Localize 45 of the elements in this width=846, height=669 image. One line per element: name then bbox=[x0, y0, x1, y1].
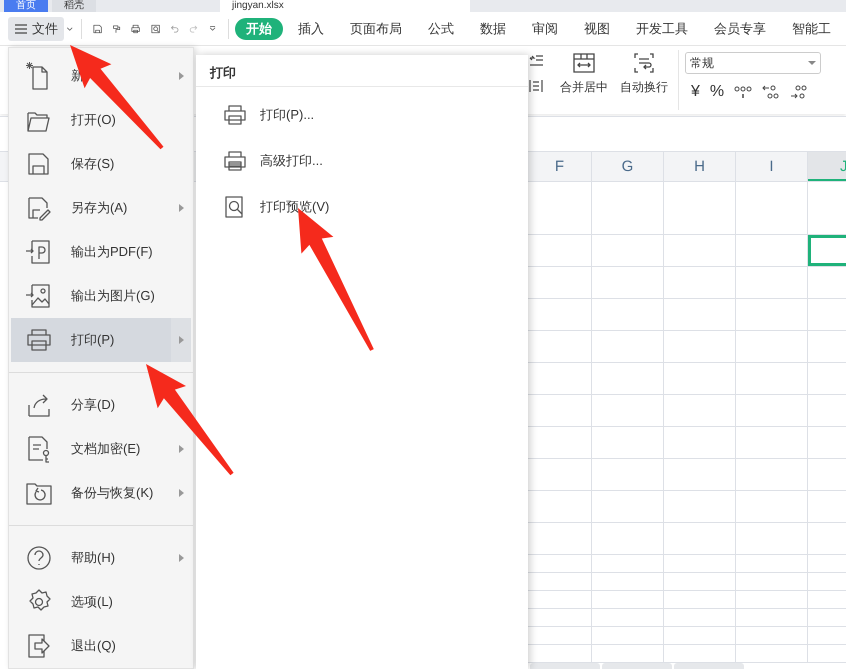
menu-item[interactable]: 备份与恢复(K) bbox=[11, 470, 191, 515]
ribbon-tab[interactable]: 公式 bbox=[417, 18, 466, 40]
column-header[interactable]: H bbox=[664, 152, 736, 181]
menu-item[interactable]: 文档加密(E) bbox=[11, 426, 191, 471]
number-format-dropdown[interactable]: 常规 bbox=[685, 52, 821, 74]
ribbon-tab[interactable]: 开发工具 bbox=[625, 18, 700, 40]
ribbon-tab[interactable]: 插入 bbox=[287, 18, 336, 40]
menu-item[interactable]: 选项(L) bbox=[11, 580, 191, 624]
window-tab[interactable]: jingyan.xlsx bbox=[220, 0, 470, 12]
ribbon-tab[interactable]: 审阅 bbox=[521, 18, 570, 40]
ribbon-tab[interactable]: 会员专享 bbox=[703, 18, 778, 40]
submenu-item[interactable]: 打印(P)... bbox=[196, 92, 528, 138]
caret-icon bbox=[808, 60, 816, 66]
submenu-item[interactable]: 高级打印... bbox=[196, 138, 528, 184]
menu-item[interactable]: 打印(P) bbox=[11, 318, 191, 362]
column-header[interactable]: G bbox=[592, 152, 664, 181]
thousands-separator-icon[interactable] bbox=[734, 84, 752, 100]
wrap-text-button[interactable]: 自动换行 bbox=[620, 52, 668, 96]
menu-icon bbox=[14, 22, 28, 34]
merge-center-button[interactable]: 合并居中 bbox=[560, 52, 608, 96]
indent-icon[interactable] bbox=[528, 54, 544, 68]
menu-item[interactable]: 另存为(A) bbox=[11, 186, 191, 230]
window-tab[interactable]: 稻壳 bbox=[52, 0, 96, 12]
merge-cells-icon bbox=[572, 52, 596, 74]
distribute-icon[interactable] bbox=[528, 78, 544, 94]
currency-button[interactable]: ¥ bbox=[691, 80, 700, 104]
ribbon-tab[interactable]: 视图 bbox=[573, 18, 622, 40]
ribbon-tab[interactable]: 智能工 bbox=[781, 18, 842, 40]
menu-item[interactable]: 打开(O) bbox=[11, 98, 191, 142]
menu-item[interactable]: 保存(S) bbox=[11, 142, 191, 186]
percent-button[interactable]: % bbox=[710, 80, 724, 104]
menu-item[interactable]: 输出为图片(G) bbox=[11, 274, 191, 318]
menu-item[interactable]: 退出(Q) bbox=[11, 624, 191, 668]
submenu-item[interactable]: 打印预览(V) bbox=[196, 184, 528, 230]
ribbon-tab[interactable]: 数据 bbox=[469, 18, 518, 40]
menu-item[interactable]: 输出为PDF(F) bbox=[11, 230, 191, 274]
submenu-title: 打印 bbox=[196, 55, 528, 87]
ribbon-tab[interactable]: 页面布局 bbox=[339, 18, 414, 40]
window-tab[interactable]: 首页 bbox=[4, 0, 48, 12]
menu-item[interactable]: 帮助(H) bbox=[11, 536, 191, 580]
wrap-text-icon bbox=[632, 52, 656, 74]
file-menu-button[interactable]: 文件 bbox=[8, 16, 64, 40]
decrease-decimal-icon[interactable] bbox=[790, 84, 808, 100]
increase-decimal-icon[interactable] bbox=[762, 84, 780, 100]
menu-item[interactable]: 分享(D) bbox=[11, 382, 191, 427]
